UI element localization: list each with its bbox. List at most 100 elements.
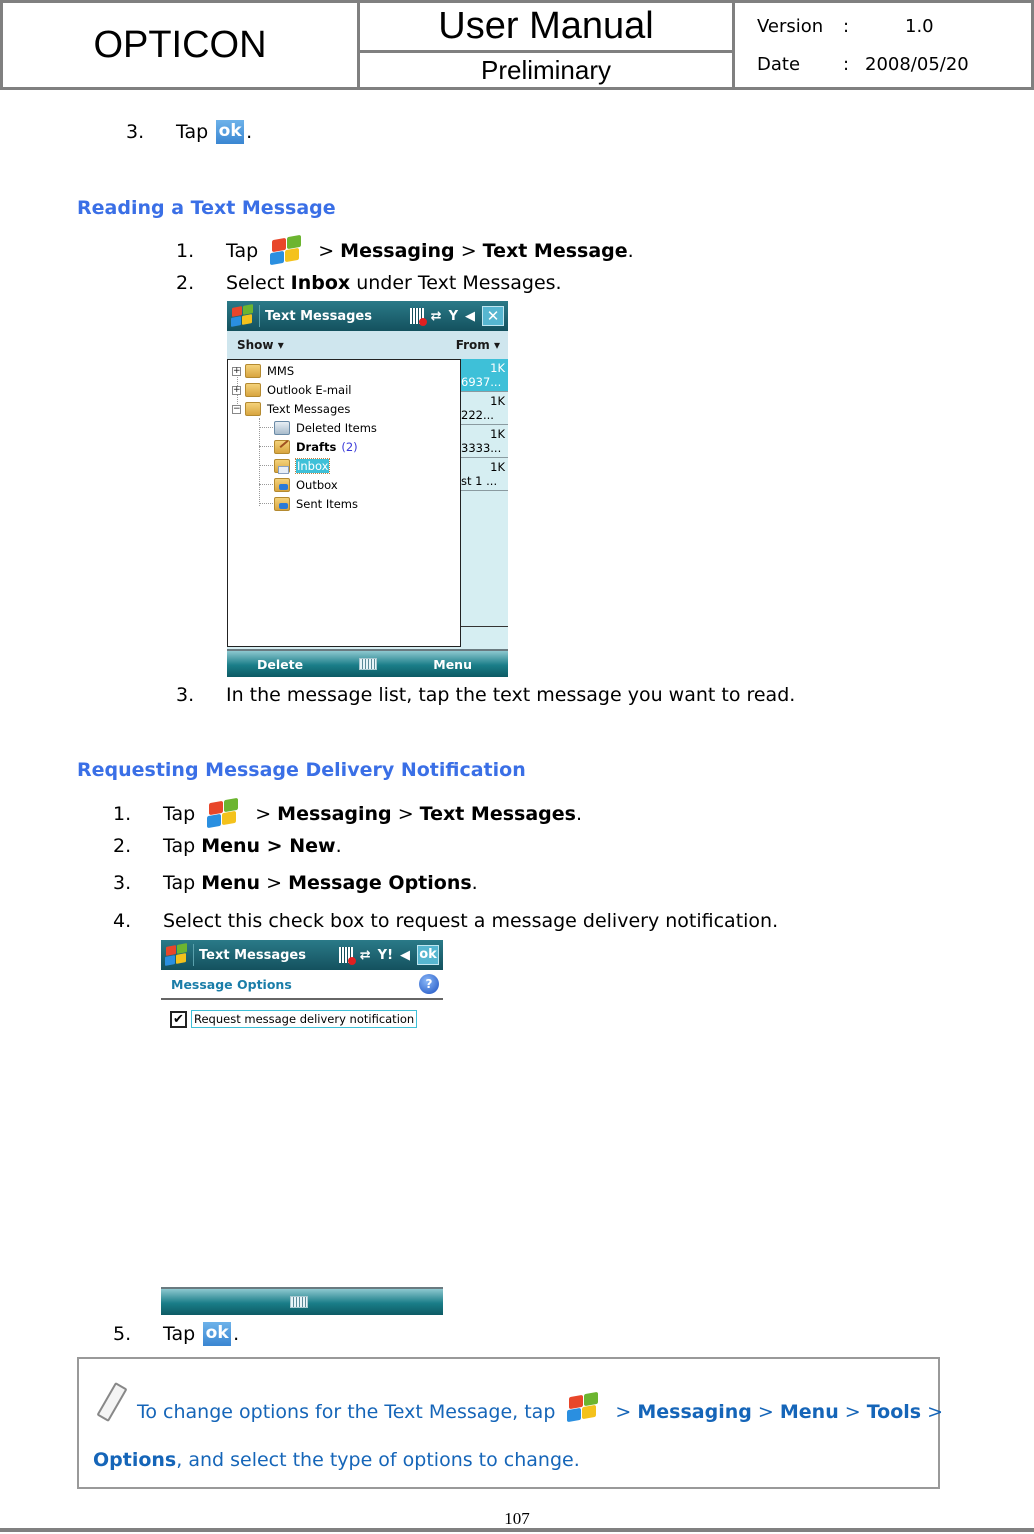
menu-term: Menu (779, 1401, 839, 1423)
folder-tree: + MMS + Outlook E-mail − Text Messages D… (227, 359, 461, 647)
content-area: + MMS + Outlook E-mail − Text Messages D… (227, 359, 508, 649)
date-sep: : (843, 53, 850, 75)
step-suffix: . (335, 835, 342, 857)
unread-count: (2) (341, 440, 358, 454)
section-heading-delivery: Requesting Message Delivery Notification (77, 759, 526, 781)
tree-line (259, 503, 273, 504)
sync-arrows-icon: ⇄ (430, 308, 442, 324)
folder-mms[interactable]: + MMS (232, 362, 294, 380)
expand-icon[interactable]: + (232, 366, 241, 376)
folder-outlook-email[interactable]: + Outlook E-mail (232, 381, 352, 399)
menu-text-message: Text Message (482, 240, 628, 262)
message-size: 1K (490, 394, 505, 408)
sep: > (751, 1401, 780, 1423)
date-value: 2008/05/20 (865, 53, 969, 75)
folder-text-messages[interactable]: − Text Messages (232, 400, 350, 418)
keyboard-icon[interactable] (290, 1296, 308, 1308)
sep: > (454, 240, 483, 262)
message-item[interactable]: 1K st 1 ... (461, 458, 508, 491)
sync-arrows-icon: ⇄ (359, 947, 371, 963)
folder-label: MMS (267, 364, 295, 378)
step-number: 4. (113, 910, 132, 932)
windows-start-icon (563, 1391, 599, 1423)
expand-icon[interactable]: + (232, 385, 241, 395)
delivery-notification-checkbox[interactable]: ✔ (170, 1010, 187, 1028)
signal-antenna-icon: Y! (377, 947, 393, 963)
note-line-1: To change options for the Text Message, … (93, 1383, 943, 1423)
note-line-2: Options, and select the type of options … (93, 1449, 580, 1471)
folder-label: Inbox (294, 458, 331, 474)
message-list: 1K 6937... 1K 222... 1K 3333... 1K st 1 … (461, 359, 508, 491)
collapse-icon[interactable]: − (232, 404, 241, 414)
step-number: 2. (113, 835, 132, 857)
menu-text-messages: Text Messages (419, 803, 576, 825)
delivery-step-4: 4. Select this check box to request a me… (113, 910, 778, 932)
show-dropdown[interactable]: Show ▾ (237, 338, 284, 352)
drafts-folder-icon (274, 440, 290, 454)
message-item[interactable]: 1K 222... (461, 392, 508, 425)
sep: > (249, 803, 278, 825)
help-icon[interactable]: ? (419, 974, 439, 994)
step-number: 2. (176, 272, 195, 294)
message-options-screenshot: Text Messages ⇄ Y! ◀ ok Message Options … (161, 940, 443, 1315)
step-text: Tap (226, 240, 259, 262)
delete-softkey[interactable]: Delete (257, 657, 303, 672)
folder-icon (245, 364, 261, 378)
step-suffix: . (575, 803, 583, 825)
delivery-step-2: 2. Tap Menu > New . (113, 835, 342, 857)
from-dropdown[interactable]: From ▾ (456, 338, 500, 352)
folder-label: Deleted Items (296, 421, 377, 435)
note-text: , and select the type of options to chan… (176, 1449, 580, 1471)
folder-inbox[interactable]: Inbox (274, 457, 331, 475)
version-label: Version (757, 15, 824, 37)
folder-outbox[interactable]: Outbox (274, 476, 338, 494)
sep: > (391, 803, 420, 825)
options-header: Message Options ? (161, 970, 443, 1000)
ok-button[interactable]: ok (417, 945, 439, 965)
step-number: 1. (176, 240, 195, 262)
barcode-scanner-icon (338, 947, 356, 965)
keyboard-icon[interactable] (359, 658, 378, 670)
document-header: OPTICON User Manual Preliminary Version … (0, 0, 1034, 90)
delivery-step-1: 1. Tap > Messaging > Text Messages . (113, 797, 583, 829)
inbox-folder-icon (274, 459, 290, 474)
section-heading-reading: Reading a Text Message (77, 197, 336, 219)
tools-term: Tools (866, 1401, 922, 1423)
tree-line (259, 465, 273, 466)
step-number: 1. (113, 803, 132, 825)
message-from: 6937... (461, 375, 502, 389)
folder-drafts[interactable]: Drafts (2) (274, 438, 358, 456)
step-number: 5. (113, 1323, 132, 1345)
step-text: In the message list, tap the text messag… (226, 684, 796, 706)
step-text: Tap (163, 1323, 196, 1345)
message-item[interactable]: 1K 6937... (461, 359, 508, 392)
delivery-notification-option[interactable]: ✔ Request message delivery notification (170, 1010, 418, 1028)
folder-label: Outbox (296, 478, 338, 492)
folder-label: Drafts (296, 440, 337, 454)
windows-start-icon (266, 234, 302, 266)
folder-sent-items[interactable]: Sent Items (274, 495, 358, 513)
softkey-bar (161, 1287, 443, 1315)
pencil-note-icon (93, 1383, 127, 1423)
sep: > (312, 240, 341, 262)
windows-start-icon[interactable] (163, 942, 189, 968)
recycle-bin-icon (274, 421, 290, 435)
doc-title: User Manual (360, 3, 732, 53)
ok-icon: ok (203, 1322, 232, 1346)
reading-step-3: 3. In the message list, tap the text mes… (176, 684, 795, 706)
windows-start-icon[interactable] (229, 303, 255, 329)
window-title: Text Messages (199, 947, 306, 963)
version-sep: : (843, 15, 850, 37)
tree-line (259, 427, 273, 428)
reading-step-2: 2. Select Inbox under Text Messages. (176, 272, 562, 294)
close-button[interactable]: ✕ (482, 306, 504, 326)
menu-softkey[interactable]: Menu (433, 657, 472, 672)
sent-folder-icon (274, 497, 290, 511)
step-number: 3. (126, 121, 145, 143)
speaker-icon: ◀ (465, 308, 475, 324)
tree-line (259, 484, 273, 485)
folder-deleted-items[interactable]: Deleted Items (274, 419, 377, 437)
message-item[interactable]: 1K 3333... (461, 425, 508, 458)
page-number: 107 (504, 1509, 530, 1528)
date-label: Date (757, 53, 801, 75)
